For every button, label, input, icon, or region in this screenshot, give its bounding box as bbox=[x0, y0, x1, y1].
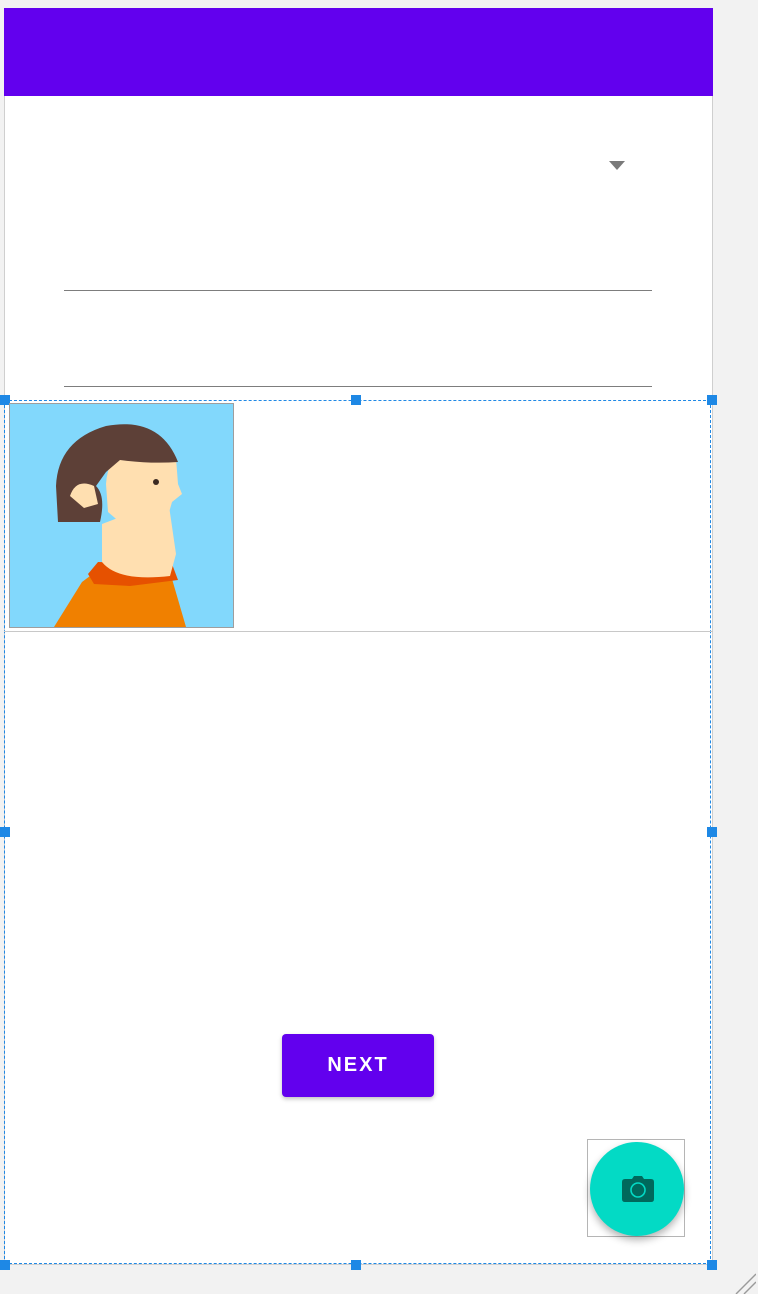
resize-grip-icon[interactable] bbox=[732, 1270, 756, 1294]
spinner-selected-value[interactable] bbox=[64, 150, 584, 180]
selection-handle-bottom-center[interactable] bbox=[351, 1260, 361, 1270]
selection-handle-middle-right[interactable] bbox=[707, 827, 717, 837]
next-button[interactable]: NEXT bbox=[282, 1034, 434, 1097]
selection-handle-bottom-right[interactable] bbox=[707, 1260, 717, 1270]
selection-handle-bottom-left[interactable] bbox=[0, 1260, 10, 1270]
profile-image[interactable] bbox=[9, 403, 234, 628]
text-field-1[interactable] bbox=[64, 251, 652, 291]
camera-fab[interactable] bbox=[590, 1142, 684, 1236]
camera-icon bbox=[622, 1176, 654, 1202]
section-divider bbox=[4, 631, 713, 632]
selection-handle-middle-left[interactable] bbox=[0, 827, 10, 837]
spinner-dropdown-icon[interactable] bbox=[609, 161, 625, 170]
avatar-placeholder-icon bbox=[10, 404, 233, 627]
app-bar bbox=[4, 8, 713, 96]
selection-handle-top-center[interactable] bbox=[351, 395, 361, 405]
selection-handle-top-right[interactable] bbox=[707, 395, 717, 405]
text-field-2[interactable] bbox=[64, 347, 652, 387]
